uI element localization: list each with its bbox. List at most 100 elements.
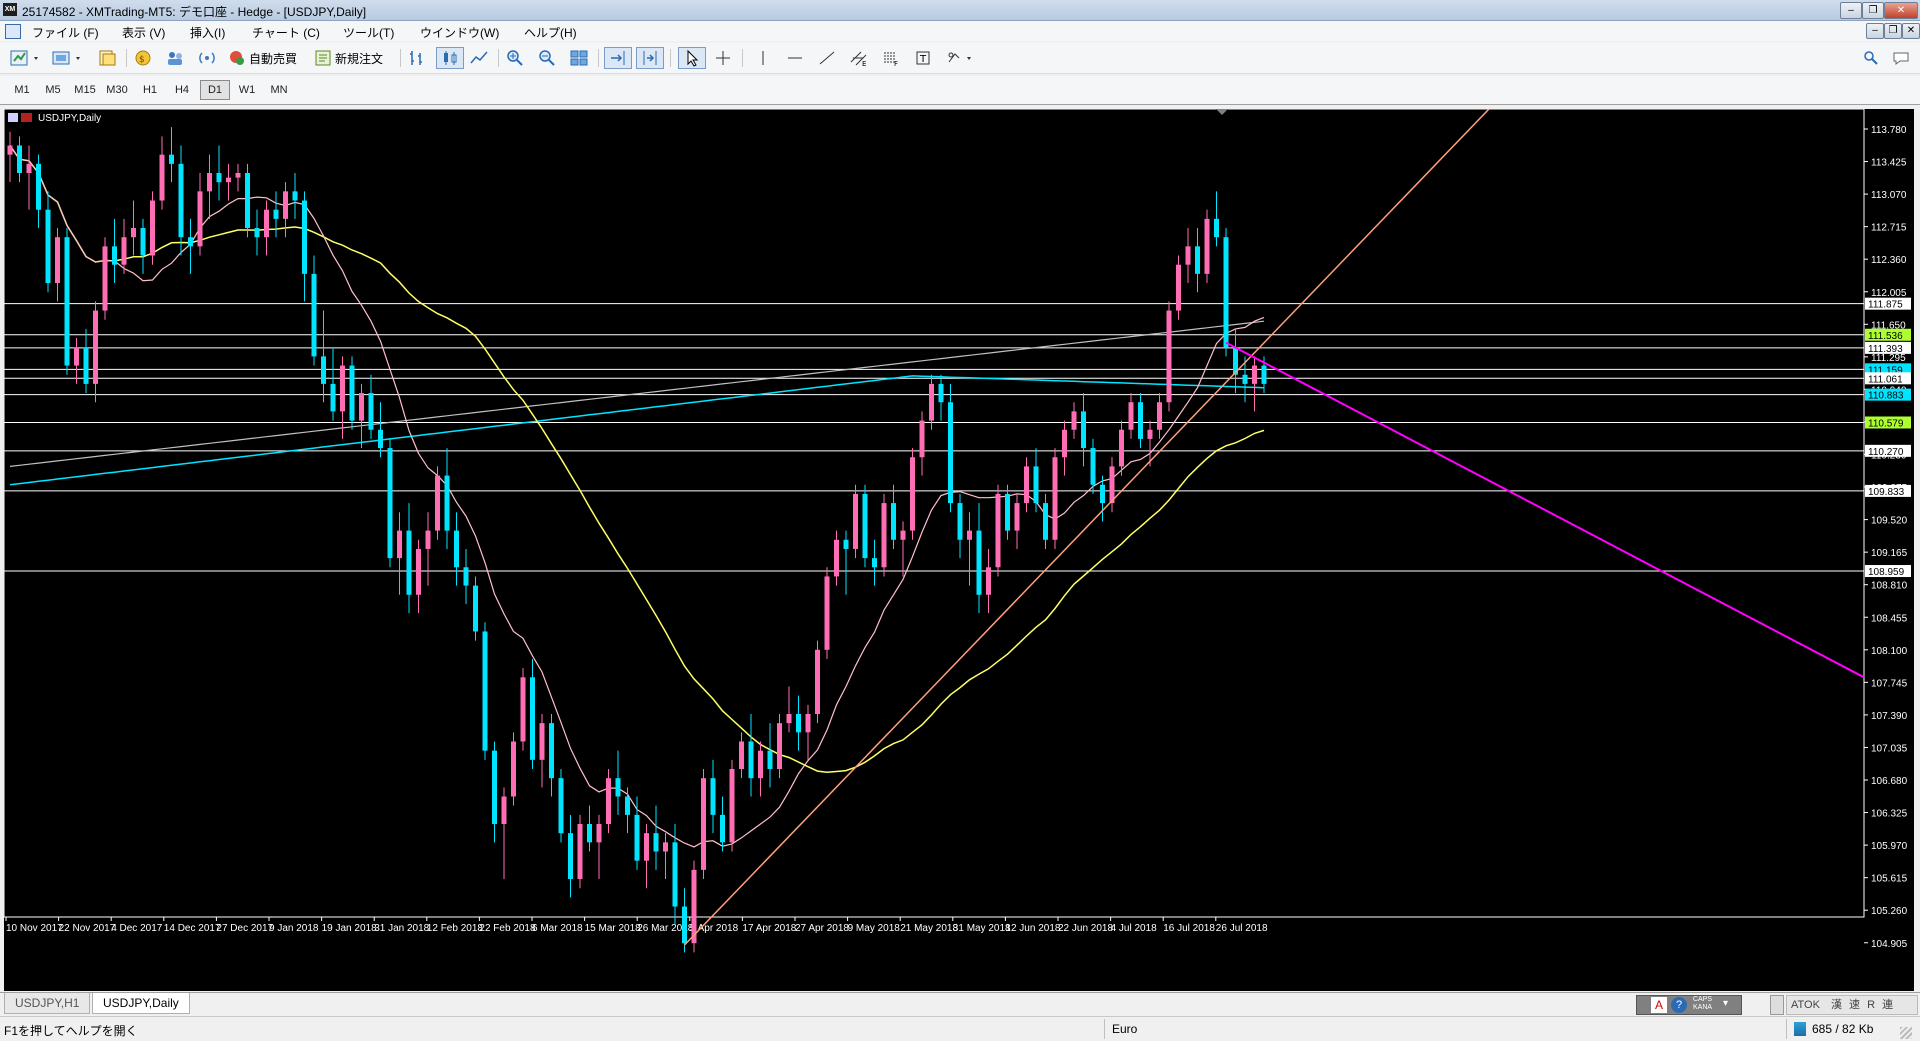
new-chart-icon[interactable] xyxy=(8,47,44,69)
candle-body xyxy=(397,530,402,559)
y-tick-label: 105.970 xyxy=(1871,841,1908,852)
menu-chart[interactable]: チャート (C) xyxy=(252,24,320,41)
crosshair-tool-icon[interactable] xyxy=(712,47,734,69)
fibonacci-tool-icon[interactable]: F xyxy=(880,47,902,69)
autoscroll-icon[interactable] xyxy=(636,47,664,69)
price-label: 111.875 xyxy=(1868,300,1903,311)
timeframe-h4[interactable]: H4 xyxy=(168,80,196,100)
restore-button[interactable]: ❐ xyxy=(1862,2,1884,19)
chart-shift-icon[interactable] xyxy=(604,47,632,69)
ime-mode-icon[interactable]: A xyxy=(1651,997,1667,1013)
candle-body xyxy=(938,383,944,403)
title-bar: XM 25174582 - XMTrading-MT5: デモ口座 - Hedg… xyxy=(0,0,1920,21)
candle-body xyxy=(672,842,678,907)
menu-tools[interactable]: ツール(T) xyxy=(343,24,394,41)
horizontal-line-tool-icon[interactable] xyxy=(784,47,806,69)
ime-toolbar[interactable]: A ? CAPS KANA ▾ xyxy=(1636,995,1742,1015)
candle-body xyxy=(1242,374,1248,384)
candle-body xyxy=(530,677,535,760)
auto-trading-button[interactable]: 自動売買 xyxy=(228,47,304,69)
tab-usdjpy-daily[interactable]: USDJPY,Daily xyxy=(92,993,190,1014)
candle-body xyxy=(226,177,231,183)
candle-body xyxy=(245,173,250,229)
candle-body xyxy=(900,530,906,540)
y-tick-label: 106.325 xyxy=(1871,809,1908,820)
candle-body xyxy=(1138,402,1143,439)
candle-body xyxy=(682,906,687,944)
timeframe-h1[interactable]: H1 xyxy=(136,80,164,100)
candle-body xyxy=(1062,429,1067,458)
menu-help[interactable]: ヘルプ(H) xyxy=(524,24,577,41)
tab-usdjpy-h1[interactable]: USDJPY,H1 xyxy=(4,993,91,1014)
text-tool-icon[interactable]: T xyxy=(912,47,934,69)
candle-body xyxy=(463,567,469,586)
navigator-icon[interactable] xyxy=(164,47,186,69)
candle-body xyxy=(311,273,317,357)
candle-body xyxy=(1185,246,1191,265)
candle-body xyxy=(786,713,792,724)
candlestick-chart-icon[interactable] xyxy=(436,47,464,69)
price-chart[interactable]: USDJPY,Daily 113.780 113.425 113.070 112.715… xyxy=(4,109,1914,991)
candle-body xyxy=(1147,429,1153,439)
timeframe-m1[interactable]: M1 xyxy=(8,80,36,100)
candle-body xyxy=(235,173,241,178)
tile-windows-icon[interactable] xyxy=(568,47,590,69)
ime-menu-icon[interactable]: ▾ xyxy=(1723,998,1728,1009)
bar-chart-icon[interactable] xyxy=(406,47,428,69)
menu-insert[interactable]: 挿入(I) xyxy=(190,24,225,41)
vertical-line-tool-icon[interactable] xyxy=(752,47,774,69)
timeframe-d1[interactable]: D1 xyxy=(200,80,230,100)
candle-body xyxy=(273,209,279,219)
chart-window-icon[interactable] xyxy=(5,24,21,39)
child-minimize-button[interactable]: – xyxy=(1866,23,1884,39)
profiles-icon[interactable] xyxy=(50,47,86,69)
candle-body xyxy=(492,750,497,825)
ime-handle[interactable] xyxy=(1770,995,1784,1015)
candle-body xyxy=(834,539,839,577)
line-chart-icon[interactable] xyxy=(468,47,490,69)
status-traffic: 685 / 82 Kb xyxy=(1812,1022,1874,1036)
trendline-tool-icon[interactable] xyxy=(816,47,838,69)
close-button[interactable]: ✕ xyxy=(1884,2,1918,19)
connection-status-icon[interactable] xyxy=(1794,1022,1806,1036)
templates-icon[interactable] xyxy=(96,47,118,69)
price-label: 109.833 xyxy=(1868,487,1905,498)
candle-body xyxy=(758,750,763,779)
new-order-button[interactable]: 新規注文 xyxy=(314,47,392,69)
candle-body xyxy=(26,163,32,174)
candle-body xyxy=(207,173,212,192)
zoom-in-icon[interactable] xyxy=(504,47,526,69)
timeframe-w1[interactable]: W1 xyxy=(233,80,261,100)
minimize-button[interactable]: – xyxy=(1840,2,1862,19)
candle-body xyxy=(558,778,564,834)
menu-view[interactable]: 表示 (V) xyxy=(122,24,165,41)
timeframe-m5[interactable]: M5 xyxy=(39,80,67,100)
zoom-out-icon[interactable] xyxy=(536,47,558,69)
chat-icon[interactable] xyxy=(1890,47,1912,69)
y-tick-label: 108.455 xyxy=(1871,613,1908,624)
candle-body xyxy=(910,457,915,531)
candle-body xyxy=(340,365,345,412)
candle-body xyxy=(1043,503,1048,540)
candle-body xyxy=(815,649,820,714)
timeframe-m30[interactable]: M30 xyxy=(103,80,131,100)
atok-bar[interactable]: ATOK 漢 速 R 連 xyxy=(1786,995,1918,1015)
search-icon[interactable] xyxy=(1860,47,1882,69)
candle-body xyxy=(330,383,336,412)
menu-window[interactable]: ウインドウ(W) xyxy=(420,24,499,41)
menu-file[interactable]: ファイル (F) xyxy=(32,24,99,41)
shapes-tool-icon[interactable] xyxy=(944,47,978,69)
child-close-button[interactable]: ✕ xyxy=(1902,23,1920,39)
resize-grip-icon[interactable] xyxy=(1900,1027,1912,1039)
x-tick-label: 31 Jan 2018 xyxy=(374,923,429,934)
timeframe-mn[interactable]: MN xyxy=(265,80,293,100)
child-restore-button[interactable]: ❐ xyxy=(1884,23,1902,39)
market-watch-icon[interactable]: $ xyxy=(132,47,154,69)
cursor-tool-icon[interactable] xyxy=(678,47,706,69)
ime-help-icon[interactable]: ? xyxy=(1671,997,1687,1013)
channel-tool-icon[interactable]: E xyxy=(848,47,870,69)
signals-icon[interactable] xyxy=(196,47,218,69)
candle-body xyxy=(454,530,459,568)
candle-body xyxy=(796,713,801,733)
timeframe-m15[interactable]: M15 xyxy=(71,80,99,100)
